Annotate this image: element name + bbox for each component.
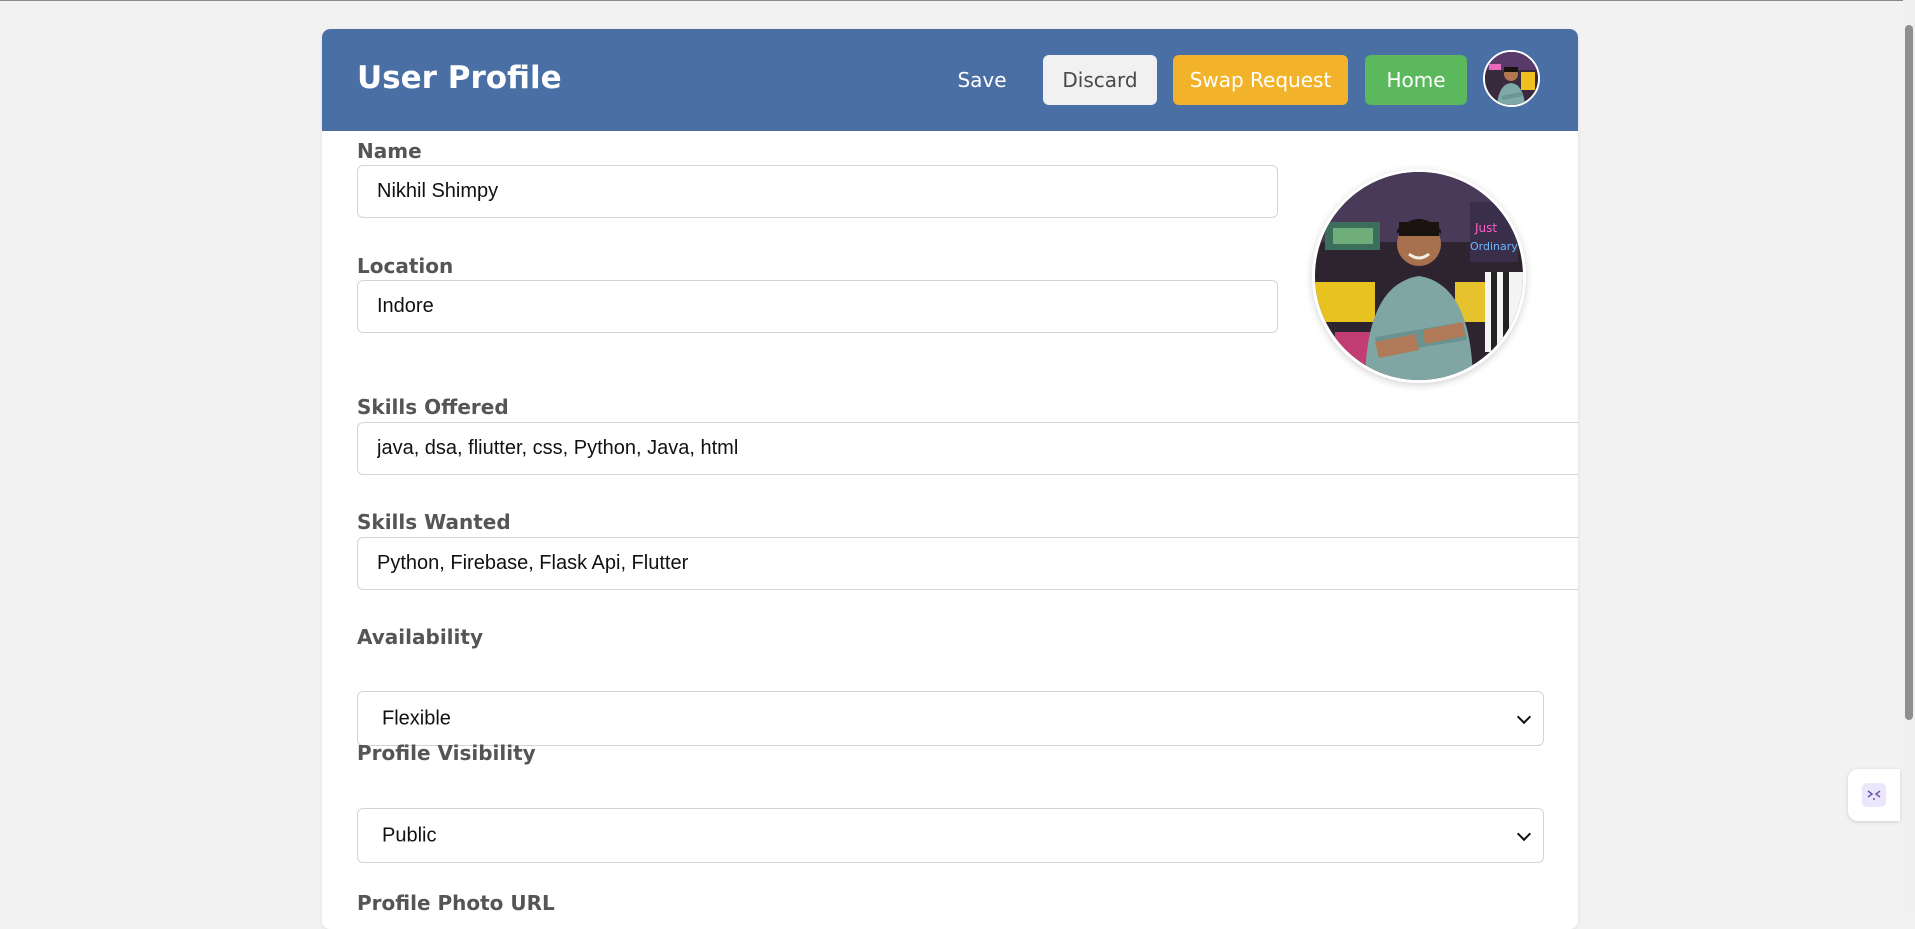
location-input[interactable] xyxy=(357,280,1278,333)
name-label: Name xyxy=(357,139,422,163)
chevron-down-icon xyxy=(1516,826,1532,841)
location-label: Location xyxy=(357,254,454,278)
scrollbar-thumb[interactable] xyxy=(1905,25,1913,720)
page-title: User Profile xyxy=(357,60,562,96)
skills-offered-input[interactable] xyxy=(357,422,1578,475)
avatar-image xyxy=(1485,52,1538,105)
svg-text:Ordinary: Ordinary xyxy=(1470,240,1518,253)
chevron-down-icon xyxy=(1516,709,1532,724)
side-panel-tab[interactable] xyxy=(1848,769,1900,821)
svg-text:Just: Just xyxy=(1474,221,1497,235)
window-top-border xyxy=(0,0,1915,1)
availability-select[interactable]: Flexible xyxy=(357,691,1544,746)
profile-card: User Profile Save Discard Swap Request H… xyxy=(322,29,1578,929)
discard-button[interactable]: Discard xyxy=(1043,55,1157,105)
header-avatar[interactable] xyxy=(1483,50,1540,107)
availability-value: Flexible xyxy=(382,707,451,729)
name-input[interactable] xyxy=(357,165,1278,218)
profile-photo: Just Ordinary xyxy=(1312,169,1526,383)
profile-visibility-select[interactable]: Public xyxy=(357,808,1544,863)
profile-visibility-value: Public xyxy=(382,824,437,846)
page-scrollbar[interactable] xyxy=(1903,0,1915,911)
availability-label: Availability xyxy=(357,625,483,649)
profile-photo-url-label: Profile Photo URL xyxy=(357,891,555,915)
save-button[interactable]: Save xyxy=(928,55,1036,105)
skills-wanted-label: Skills Wanted xyxy=(357,510,511,534)
profile-photo-image: Just Ordinary xyxy=(1315,172,1523,380)
code-icon xyxy=(1862,783,1886,807)
swap-request-button[interactable]: Swap Request xyxy=(1173,55,1348,105)
home-button[interactable]: Home xyxy=(1365,55,1467,105)
skills-wanted-input[interactable] xyxy=(357,537,1578,590)
profile-visibility-label: Profile Visibility xyxy=(357,741,536,765)
profile-header: User Profile Save Discard Swap Request H… xyxy=(322,29,1578,131)
skills-offered-label: Skills Offered xyxy=(357,395,509,419)
